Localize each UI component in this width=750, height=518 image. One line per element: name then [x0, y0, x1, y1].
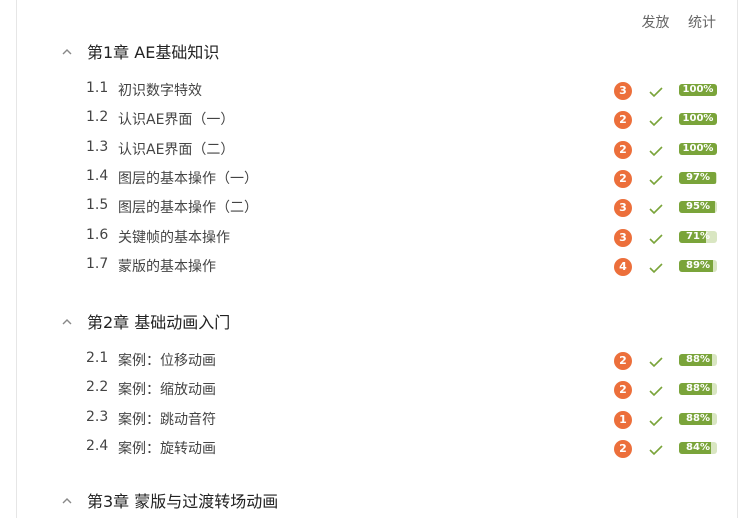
- lesson-row[interactable]: 2.3 案例：跳动音符 1 88%: [0, 407, 750, 431]
- lesson-number: 2.4: [86, 438, 109, 454]
- lesson-title[interactable]: 认识AE界面（二）: [118, 139, 234, 159]
- chevron-up-icon[interactable]: [62, 318, 72, 327]
- progress-label: 95%: [686, 201, 710, 212]
- lesson-number: 1.2: [86, 109, 109, 125]
- check-icon: [648, 354, 664, 368]
- chapter-title: 第1章 AE基础知识: [87, 43, 220, 62]
- chapter-title: 第2章 基础动画入门: [87, 313, 231, 332]
- progress-bar: 71%: [679, 231, 717, 243]
- stats-button[interactable]: 统计: [688, 15, 716, 31]
- lesson-title[interactable]: 案例：旋转动画: [118, 438, 216, 458]
- progress-label: 88%: [686, 413, 710, 424]
- lesson-number: 1.4: [86, 168, 109, 184]
- check-icon: [648, 260, 664, 274]
- chapter-header[interactable]: 第3章 蒙版与过渡转场动画: [62, 488, 278, 512]
- check-icon: [648, 113, 664, 127]
- count-badge: 4: [614, 258, 632, 276]
- progress-label: 88%: [686, 354, 710, 365]
- topbar: 发放 统计: [628, 12, 716, 32]
- lesson-title[interactable]: 图层的基本操作（二）: [118, 197, 258, 217]
- lesson-row[interactable]: 2.2 案例：缩放动画 2 88%: [0, 377, 750, 401]
- chapter-header[interactable]: 第1章 AE基础知识: [62, 39, 219, 63]
- progress-label: 100%: [682, 113, 714, 124]
- progress-bar: 100%: [679, 113, 717, 125]
- progress-label: 88%: [686, 383, 710, 394]
- count-badge: 2: [614, 352, 632, 370]
- lesson-number: 2.1: [86, 350, 109, 366]
- progress-label: 84%: [686, 442, 710, 453]
- count-badge: 1: [614, 411, 632, 429]
- lesson-title[interactable]: 关键帧的基本操作: [118, 227, 230, 247]
- progress-bar: 84%: [679, 442, 717, 454]
- lesson-number: 2.3: [86, 409, 109, 425]
- lesson-number: 1.7: [86, 256, 109, 272]
- lesson-title[interactable]: 案例：缩放动画: [118, 379, 216, 399]
- lesson-row[interactable]: 1.6 关键帧的基本操作 3 71%: [0, 225, 750, 249]
- lesson-row[interactable]: 1.3 认识AE界面（二） 2 100%: [0, 137, 750, 161]
- progress-bar: 88%: [679, 354, 717, 366]
- lesson-title[interactable]: 初识数字特效: [118, 80, 202, 100]
- lesson-row[interactable]: 1.4 图层的基本操作（一） 2 97%: [0, 166, 750, 190]
- chevron-up-icon[interactable]: [62, 497, 72, 506]
- check-icon: [648, 84, 664, 98]
- lesson-number: 1.3: [86, 139, 109, 155]
- publish-button[interactable]: 发放: [642, 15, 670, 31]
- check-icon: [648, 231, 664, 245]
- lesson-number: 1.6: [86, 227, 109, 243]
- progress-label: 97%: [686, 172, 710, 183]
- lesson-number: 1.5: [86, 197, 109, 213]
- lesson-title[interactable]: 案例：跳动音符: [118, 409, 216, 429]
- count-badge: 2: [614, 440, 632, 458]
- count-badge: 2: [614, 170, 632, 188]
- check-icon: [648, 413, 664, 427]
- count-badge: 2: [614, 111, 632, 129]
- lesson-row[interactable]: 2.4 案例：旋转动画 2 84%: [0, 436, 750, 460]
- count-badge: 2: [614, 141, 632, 159]
- progress-bar: 95%: [679, 201, 717, 213]
- lesson-title[interactable]: 蒙版的基本操作: [118, 256, 216, 276]
- progress-bar: 88%: [679, 413, 717, 425]
- lesson-title[interactable]: 图层的基本操作（一）: [118, 168, 258, 188]
- lesson-row[interactable]: 1.1 初识数字特效 3 100%: [0, 78, 750, 102]
- lesson-title[interactable]: 认识AE界面（一）: [118, 109, 234, 129]
- count-badge: 3: [614, 229, 632, 247]
- check-icon: [648, 201, 664, 215]
- progress-label: 100%: [682, 84, 714, 95]
- check-icon: [648, 143, 664, 157]
- count-badge: 2: [614, 381, 632, 399]
- progress-bar: 89%: [679, 260, 717, 272]
- chapter-title: 第3章 蒙版与过渡转场动画: [87, 492, 279, 511]
- lesson-number: 1.1: [86, 80, 109, 96]
- chevron-up-icon[interactable]: [62, 48, 72, 57]
- progress-label: 89%: [686, 260, 710, 271]
- progress-bar: 88%: [679, 383, 717, 395]
- lesson-row[interactable]: 1.2 认识AE界面（一） 2 100%: [0, 107, 750, 131]
- progress-bar: 100%: [679, 84, 717, 96]
- lesson-title[interactable]: 案例：位移动画: [118, 350, 216, 370]
- lesson-row[interactable]: 2.1 案例：位移动画 2 88%: [0, 348, 750, 372]
- lesson-row[interactable]: 1.5 图层的基本操作（二） 3 95%: [0, 195, 750, 219]
- progress-bar: 100%: [679, 143, 717, 155]
- chapter-header[interactable]: 第2章 基础动画入门: [62, 309, 230, 333]
- count-badge: 3: [614, 82, 632, 100]
- count-badge: 3: [614, 199, 632, 217]
- check-icon: [648, 172, 664, 186]
- progress-label: 71%: [686, 231, 710, 242]
- lesson-number: 2.2: [86, 379, 109, 395]
- progress-label: 100%: [682, 143, 714, 154]
- lesson-row[interactable]: 1.7 蒙版的基本操作 4 89%: [0, 254, 750, 278]
- check-icon: [648, 383, 664, 397]
- check-icon: [648, 442, 664, 456]
- progress-bar: 97%: [679, 172, 717, 184]
